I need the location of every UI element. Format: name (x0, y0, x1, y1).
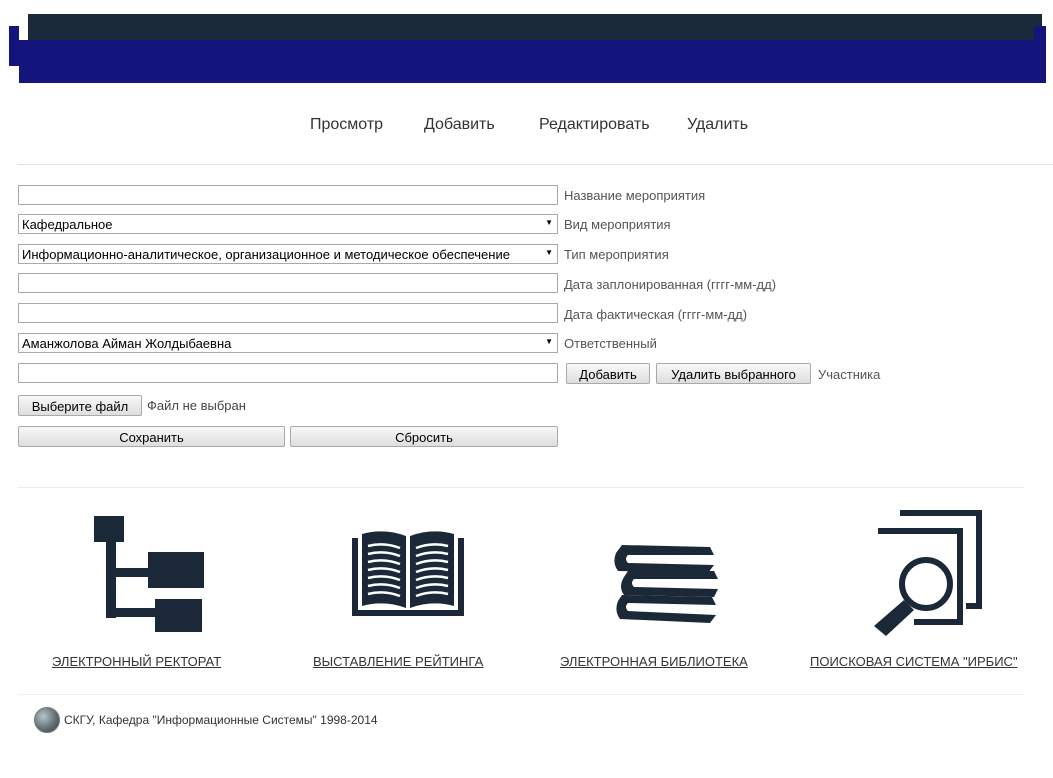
document-search-icon[interactable] (870, 510, 982, 638)
participant-label: Участника (818, 367, 881, 382)
portal-link-irbis[interactable]: ПОИСКОВАЯ СИСТЕМА "ИРБИС" (810, 654, 1018, 669)
header-blue-bar-right (1034, 26, 1046, 40)
dropdown-arrow-icon: ▼ (545, 248, 553, 257)
event-name-input[interactable] (18, 185, 558, 205)
add-participant-button[interactable]: Добавить (566, 363, 650, 384)
date-actual-input[interactable] (18, 303, 558, 323)
section-divider (18, 487, 1024, 488)
save-button[interactable]: Сохранить (18, 426, 285, 447)
event-type-label: Тип мероприятия (564, 247, 669, 262)
event-name-label: Название мероприятия (564, 188, 706, 203)
portal-link-rating[interactable]: ВЫСТАВЛЕНИЕ РЕЙТИНГА (313, 654, 483, 669)
open-book-icon[interactable] (352, 530, 464, 616)
nav-edit[interactable]: Редактировать (539, 116, 650, 134)
nav-divider (18, 164, 1053, 165)
remove-participant-button[interactable]: Удалить выбранного (656, 363, 811, 384)
header-blue-bar-left (9, 26, 19, 66)
action-nav: Просмотр Добавить Редактировать Удалить (0, 116, 1053, 140)
portal-link-electronic-rectorate[interactable]: ЭЛЕКТРОННЫЙ РЕКТОРАТ (52, 654, 221, 669)
dropdown-arrow-icon: ▼ (545, 337, 553, 346)
file-status: Файл не выбран (147, 398, 246, 413)
books-stack-icon[interactable] (614, 545, 720, 623)
event-kind-select[interactable]: Кафедральное ▼ (18, 214, 558, 234)
footer-divider (18, 694, 1024, 695)
footer-copyright: СКГУ, Кафедра "Информационные Системы" 1… (64, 713, 378, 727)
nav-delete[interactable]: Удалить (687, 116, 748, 134)
date-planned-input[interactable] (18, 273, 558, 293)
event-kind-value: Кафедральное (22, 217, 113, 232)
nav-add[interactable]: Добавить (424, 116, 495, 134)
choose-file-button[interactable]: Выберите файл (18, 395, 142, 416)
date-planned-label: Дата заплонированная (гггг-мм-дд) (564, 277, 777, 292)
event-type-value: Информационно-аналитическое, организацио… (22, 247, 510, 262)
responsible-label: Ответственный (564, 336, 657, 351)
dropdown-arrow-icon: ▼ (545, 218, 553, 227)
event-kind-label: Вид мероприятия (564, 217, 671, 232)
responsible-value: Аманжолова Айман Жолдыбаевна (22, 336, 232, 351)
responsible-select[interactable]: Аманжолова Айман Жолдыбаевна ▼ (18, 333, 558, 353)
date-actual-label: Дата фактическая (гггг-мм-дд) (564, 307, 748, 322)
event-type-select[interactable]: Информационно-аналитическое, организацио… (18, 244, 558, 264)
reset-button[interactable]: Сбросить (290, 426, 558, 447)
portal-link-library[interactable]: ЭЛЕКТРОННАЯ БИБЛИОТЕКА (560, 654, 748, 669)
org-structure-icon[interactable] (92, 516, 204, 634)
header-dark-bar (28, 14, 1042, 40)
participant-input[interactable] (18, 363, 558, 383)
university-logo (34, 707, 60, 733)
header-blue-bar (19, 40, 1046, 83)
nav-view[interactable]: Просмотр (310, 116, 383, 134)
